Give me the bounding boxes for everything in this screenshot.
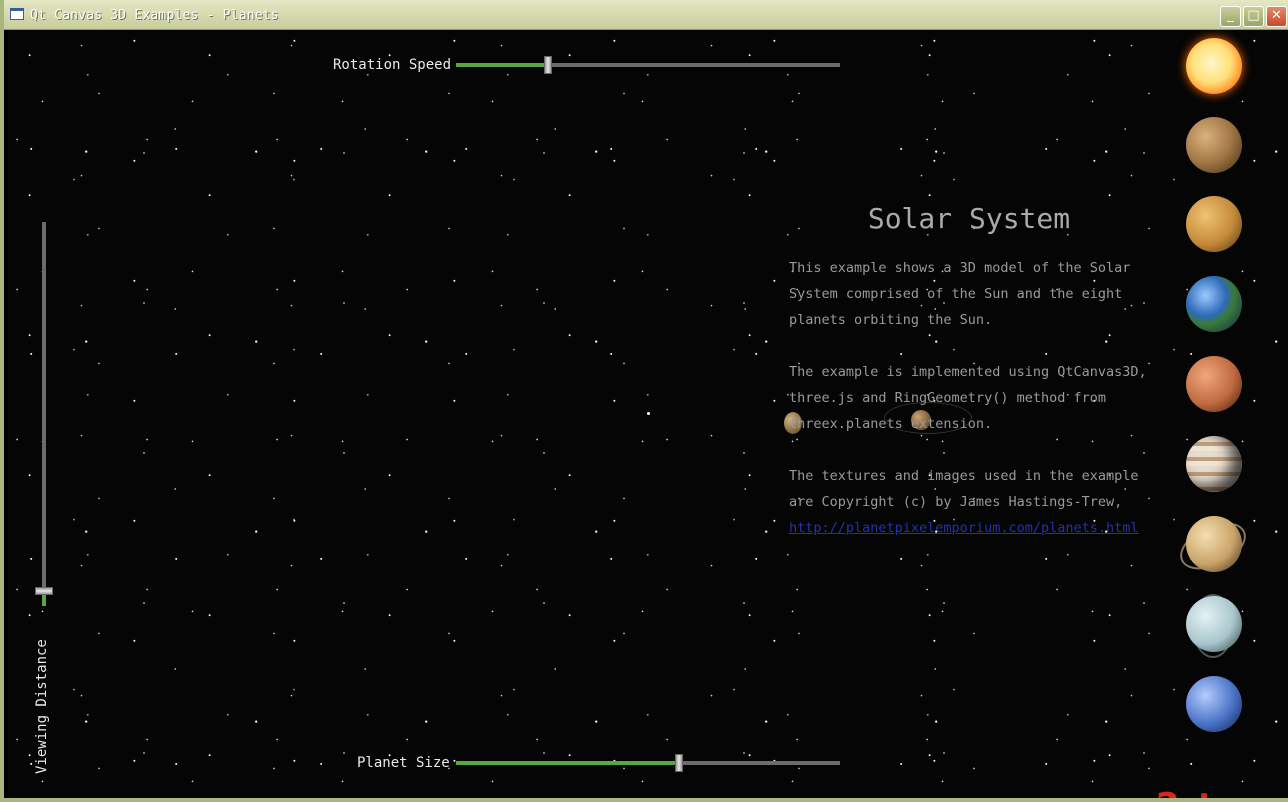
neptune-button[interactable] [1186, 676, 1242, 732]
uranus-button[interactable] [1186, 596, 1242, 652]
info-paragraph: The example is implemented using QtCanva… [789, 364, 1147, 432]
rotation-speed-label: Rotation Speed [333, 57, 452, 73]
venus-button[interactable] [1186, 196, 1242, 252]
sun-button[interactable] [1186, 38, 1242, 94]
viewing-distance-label: Viewing Distance [34, 639, 50, 774]
mercury-button[interactable] [1186, 117, 1242, 173]
watermark-logo: 2cto.com [1156, 786, 1288, 798]
viewing-distance-slider[interactable] [34, 222, 54, 606]
slider-handle[interactable] [544, 56, 553, 74]
slider-fill [456, 761, 679, 765]
rotation-speed-slider[interactable] [456, 53, 840, 77]
mars-button[interactable] [1186, 356, 1242, 412]
slider-fill [456, 63, 549, 67]
jupiter-button[interactable] [1186, 436, 1242, 492]
maximize-button[interactable]: □ [1243, 6, 1264, 27]
info-paragraph: This example shows a 3D model of the Sol… [789, 260, 1131, 328]
slider-handle[interactable] [35, 586, 53, 595]
close-button[interactable]: ✕ [1266, 6, 1287, 27]
window-icon[interactable] [10, 8, 24, 20]
slider-track [42, 222, 46, 606]
earth-button[interactable] [1186, 276, 1242, 332]
planet-pixel-link[interactable]: http://planetpixelemporium.com/planets.h… [789, 520, 1139, 536]
canvas-3d-view[interactable]: Rotation Speed Planet Size Viewing Dista… [8, 30, 1288, 798]
info-title: Solar System [867, 202, 1071, 235]
window-title: Qt Canvas 3D Examples - Planets [30, 8, 279, 23]
planet-selector [1172, 38, 1254, 738]
planet-size-slider[interactable] [456, 751, 840, 775]
slider-handle[interactable] [674, 754, 683, 772]
planet-size-label: Planet Size [357, 755, 450, 771]
title-bar[interactable]: Qt Canvas 3D Examples - Planets _ □ ✕ [4, 0, 1288, 30]
minimize-button[interactable]: _ [1220, 6, 1241, 27]
info-paragraph: The textures and images used in the exam… [789, 468, 1139, 536]
saturn-button[interactable] [1186, 516, 1242, 572]
sun-in-scene [647, 412, 650, 415]
app-window: Qt Canvas 3D Examples - Planets _ □ ✕ Ro… [0, 0, 1288, 802]
info-panel: Solar System This example shows a 3D mod… [789, 202, 1149, 567]
